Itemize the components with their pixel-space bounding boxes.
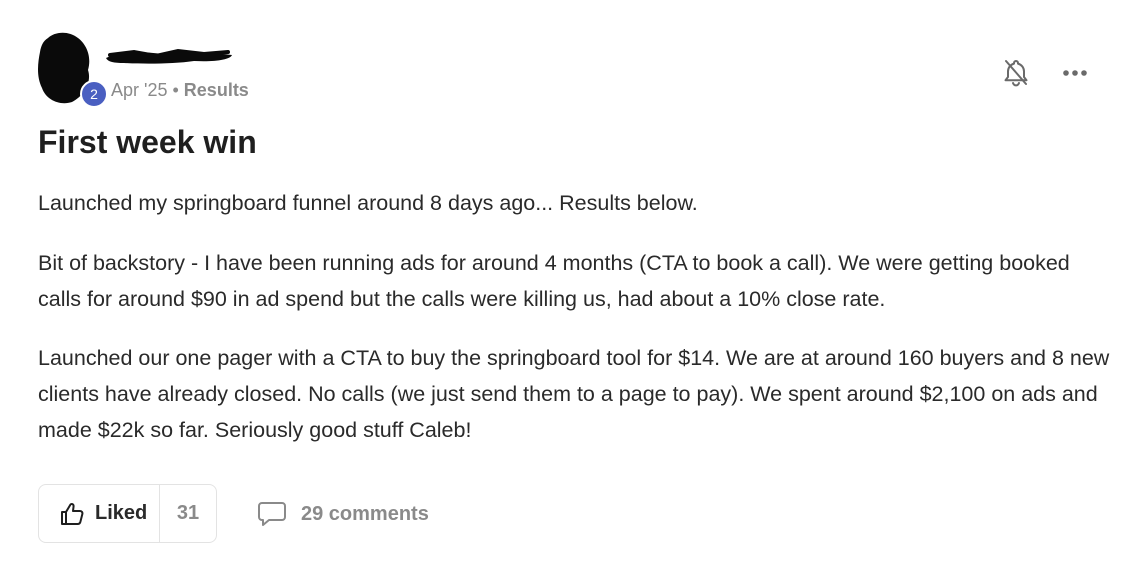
author-name-redacted[interactable] bbox=[104, 46, 234, 68]
post-category[interactable]: Results bbox=[184, 80, 249, 100]
post-title: First week win bbox=[38, 124, 257, 160]
meta-separator: • bbox=[172, 80, 179, 100]
level-badge: 2 bbox=[80, 80, 108, 108]
post-paragraph: Bit of backstory - I have been running a… bbox=[38, 251, 1070, 311]
post-paragraph: Launched my springboard funnel around 8 … bbox=[38, 191, 698, 215]
comments-label: 29 comments bbox=[301, 502, 429, 525]
post-meta: Apr '25 • Results bbox=[111, 80, 249, 101]
post-paragraph: Launched our one pager with a CTA to buy… bbox=[38, 346, 1110, 442]
like-button[interactable]: Liked bbox=[39, 485, 160, 542]
more-horizontal-icon[interactable] bbox=[1057, 60, 1093, 86]
post-body: Launched my springboard funnel around 8 … bbox=[38, 185, 1118, 448]
post-date: Apr '25 bbox=[111, 80, 168, 100]
post-card: 2 Apr '25 • Results First week win Launche… bbox=[0, 0, 1141, 565]
like-label: Liked bbox=[95, 502, 148, 524]
thumbs-up-icon bbox=[61, 502, 84, 525]
bell-off-icon[interactable] bbox=[1000, 57, 1032, 89]
like-control: Liked 31 bbox=[38, 484, 217, 543]
like-count[interactable]: 31 bbox=[160, 485, 216, 542]
comments-button[interactable]: 29 comments bbox=[257, 500, 429, 528]
comment-bubble-icon bbox=[258, 502, 286, 526]
